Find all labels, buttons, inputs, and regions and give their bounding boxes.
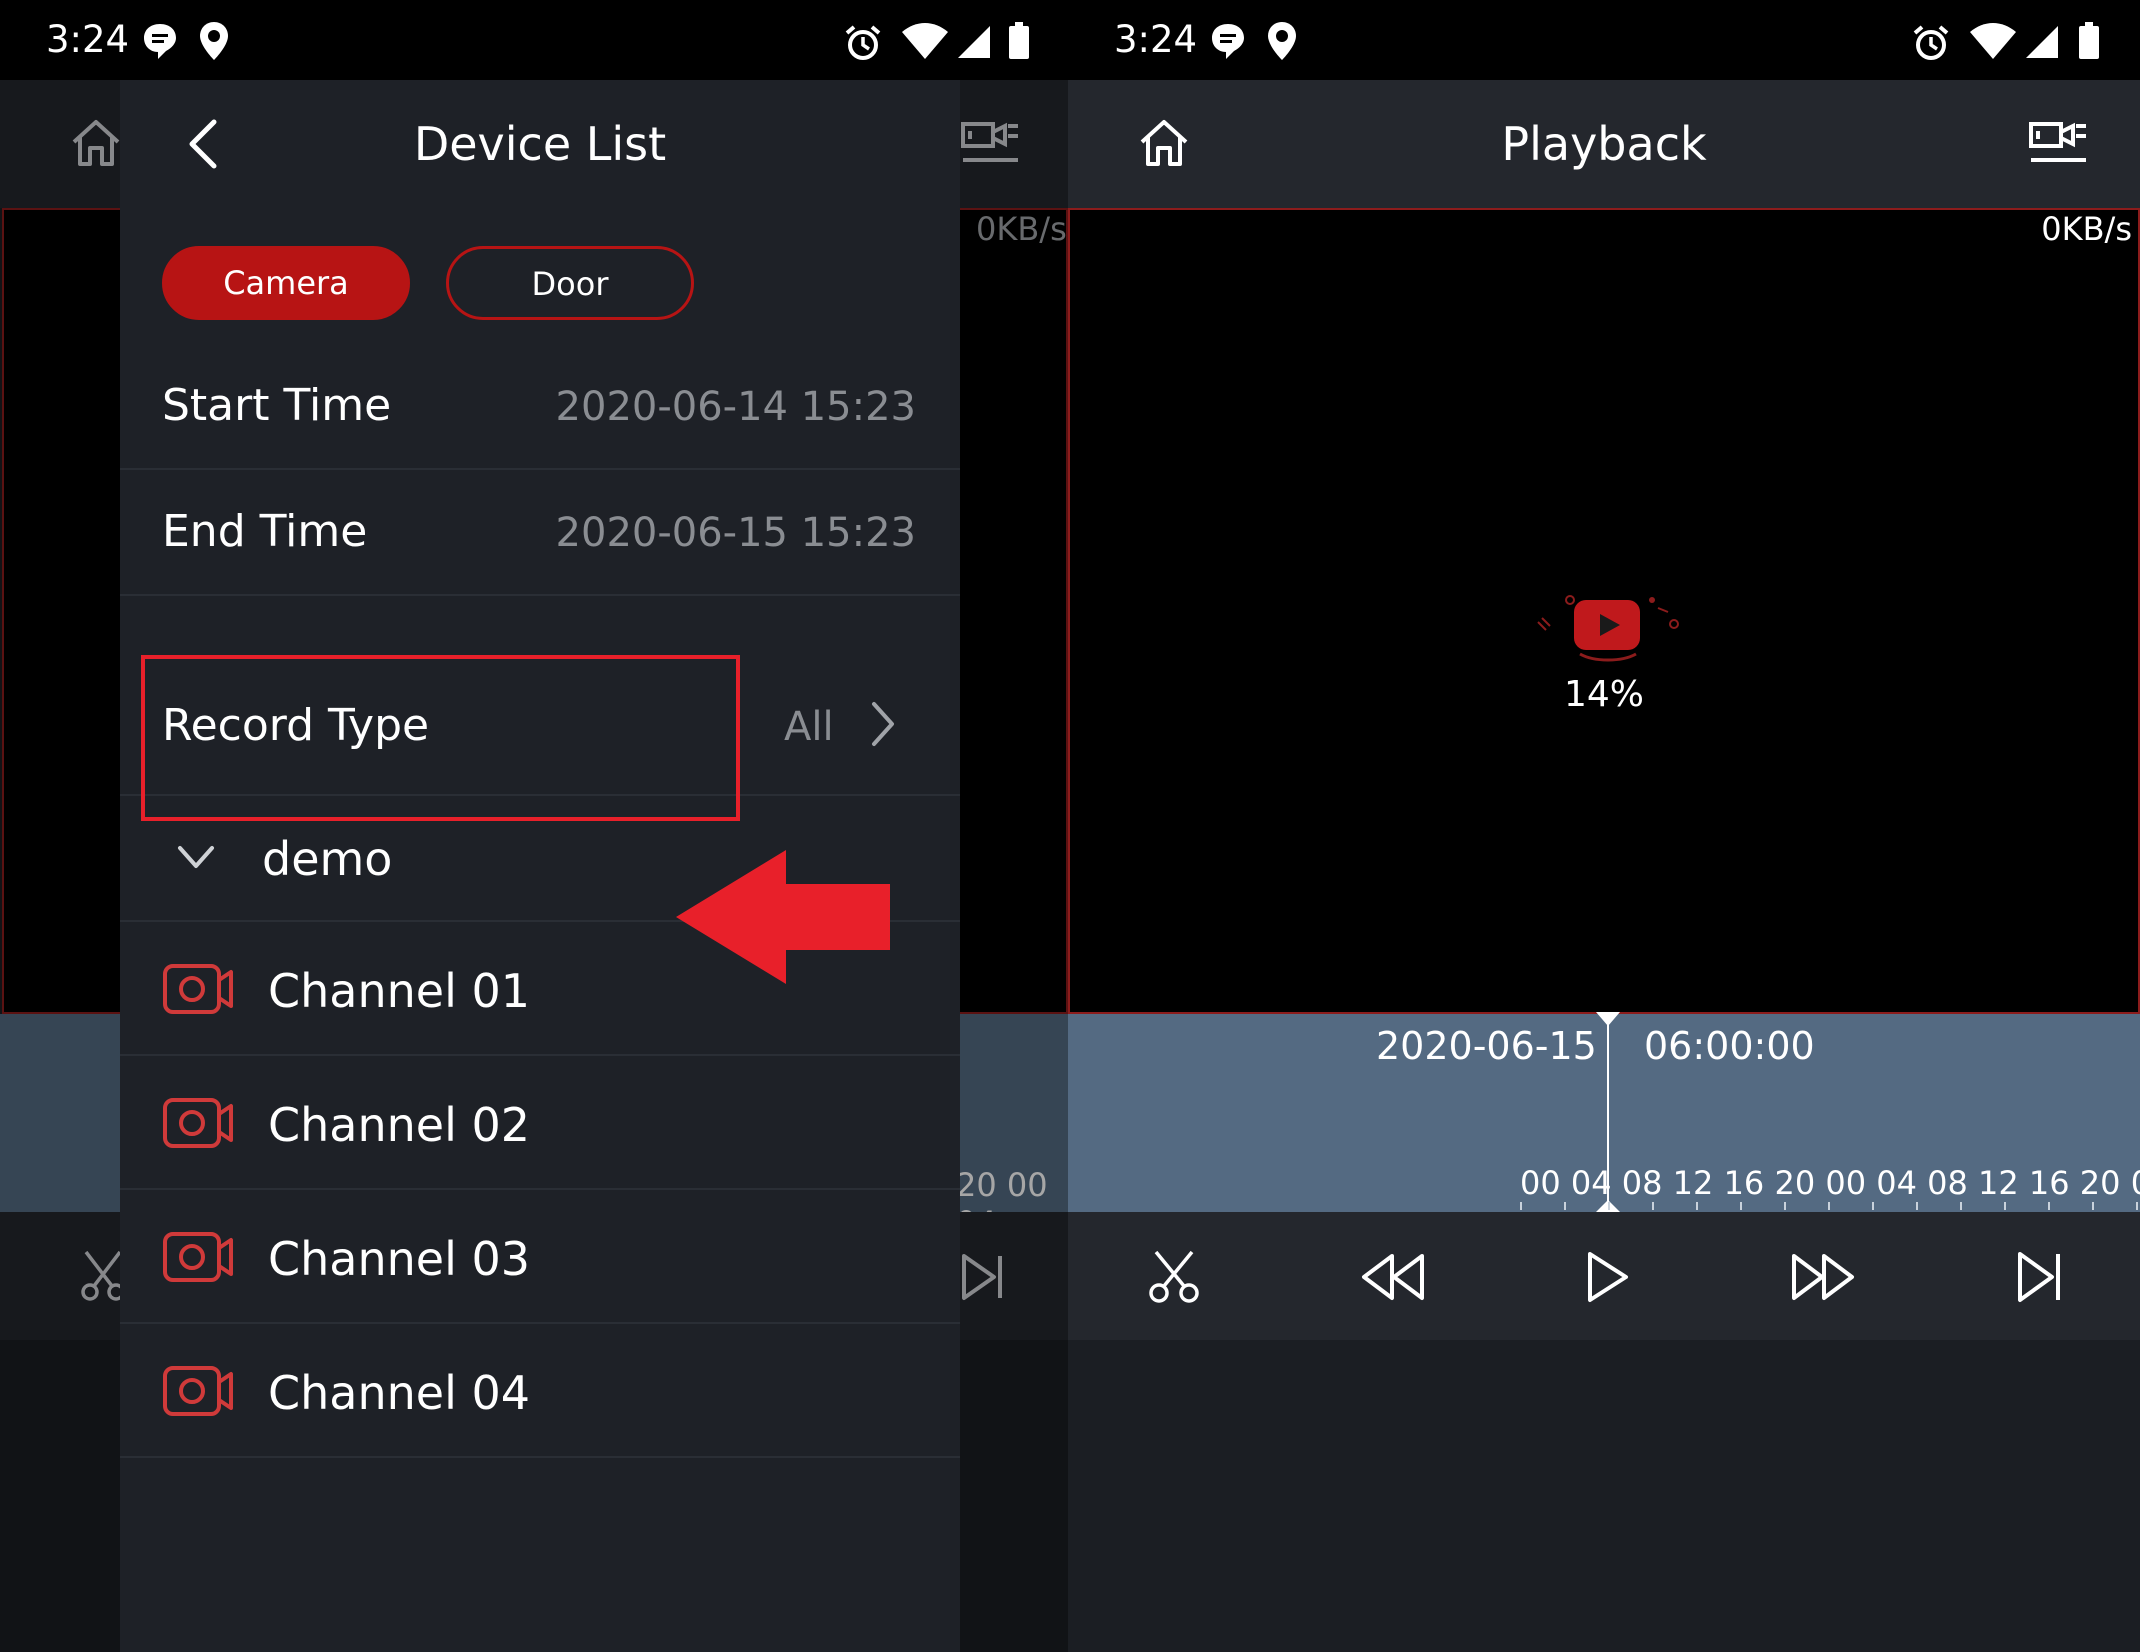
- drawer-title: Device List: [413, 117, 667, 171]
- page-title: Playback: [1501, 117, 1707, 171]
- chevron-down-icon: [176, 844, 216, 870]
- end-time-value: 2020-06-15 15:23: [555, 510, 916, 556]
- timeline-tick-marks: [1520, 1202, 2140, 1210]
- tab-camera[interactable]: Camera: [162, 246, 410, 320]
- alarm-icon: [1912, 24, 1950, 62]
- wifi-icon: [900, 22, 950, 60]
- video-area[interactable]: 0KB/s 14%: [1068, 208, 2140, 1014]
- background-speed-label: 0KB/s: [976, 210, 1067, 248]
- left-screen: 3:24 0KB/s 20 00 04: [0, 0, 1068, 1652]
- timeline-cursor-top-marker: [1596, 1012, 1620, 1026]
- channel-label: Channel 01: [268, 964, 531, 1018]
- signal-icon: [956, 24, 992, 60]
- timeline-time: 06:00:00: [1644, 1024, 1815, 1068]
- start-time-row[interactable]: Start Time 2020-06-14 15:23: [120, 342, 960, 470]
- home-icon[interactable]: [70, 116, 122, 168]
- channel-row[interactable]: Channel 03: [120, 1190, 960, 1324]
- speed-label: 0KB/s: [2041, 210, 2132, 248]
- channel-row[interactable]: Channel 02: [120, 1056, 960, 1190]
- channel-row[interactable]: Channel 04: [120, 1324, 960, 1458]
- status-time: 3:24: [1114, 18, 1198, 61]
- end-time-label: End Time: [162, 506, 368, 557]
- scissors-icon[interactable]: [1148, 1250, 1200, 1304]
- channel-label: Channel 03: [268, 1232, 531, 1286]
- wifi-icon: [1968, 22, 2018, 60]
- message-icon: [142, 22, 178, 60]
- chevron-right-icon: [870, 700, 896, 748]
- loading-percent: 14%: [1563, 674, 1644, 715]
- group-name: demo: [262, 832, 393, 886]
- skip-end-icon[interactable]: [960, 1252, 1006, 1302]
- skip-end-icon[interactable]: [2016, 1250, 2064, 1304]
- camera-icon: [162, 1362, 234, 1420]
- camera-icon: [162, 1094, 234, 1152]
- location-icon: [1266, 20, 1298, 62]
- highlight-box: [141, 655, 740, 821]
- timeline-ticks: 00 04 08 12 16 20 00 04 08 12 16 20 00 0…: [1520, 1164, 2140, 1202]
- arrow-left-icon: [676, 850, 892, 984]
- end-time-row[interactable]: End Time 2020-06-15 15:23: [120, 470, 960, 596]
- loading-play-icon: [1532, 582, 1682, 666]
- battery-icon: [1008, 22, 1030, 60]
- record-list-icon[interactable]: [960, 114, 1020, 170]
- alarm-icon: [844, 24, 882, 62]
- battery-icon: [2078, 22, 2100, 60]
- drawer-header: Device List: [120, 80, 960, 208]
- status-bar: 3:24: [0, 0, 1068, 80]
- tab-door[interactable]: Door: [446, 246, 694, 320]
- camera-icon: [162, 1228, 234, 1286]
- record-list-icon[interactable]: [2028, 114, 2088, 170]
- timeline[interactable]: 2020-06-15 06:00:00 00 04 08 12 16 20 00…: [1068, 1012, 2140, 1212]
- fast-forward-icon[interactable]: [1790, 1252, 1856, 1302]
- right-screen: 3:24 Playback 0KB/s 14% 2020-06-15 06:00…: [1068, 0, 2140, 1652]
- channel-label: Channel 02: [268, 1098, 531, 1152]
- start-time-value: 2020-06-14 15:23: [555, 384, 916, 430]
- location-icon: [198, 20, 230, 62]
- channel-label: Channel 04: [268, 1366, 531, 1420]
- camera-icon: [162, 960, 234, 1018]
- play-icon[interactable]: [1586, 1250, 1630, 1304]
- app-bar: Playback: [1068, 80, 2140, 208]
- timeline-date: 2020-06-15: [1376, 1024, 1597, 1068]
- back-icon[interactable]: [186, 118, 220, 170]
- status-bar: 3:24: [1068, 0, 2140, 80]
- record-type-value: All: [784, 704, 834, 750]
- playback-controls: [1068, 1212, 2140, 1340]
- status-time: 3:24: [46, 18, 130, 61]
- signal-icon: [2024, 24, 2060, 60]
- rewind-icon[interactable]: [1360, 1252, 1426, 1302]
- start-time-label: Start Time: [162, 380, 392, 431]
- home-icon[interactable]: [1138, 116, 1190, 168]
- message-icon: [1210, 22, 1246, 60]
